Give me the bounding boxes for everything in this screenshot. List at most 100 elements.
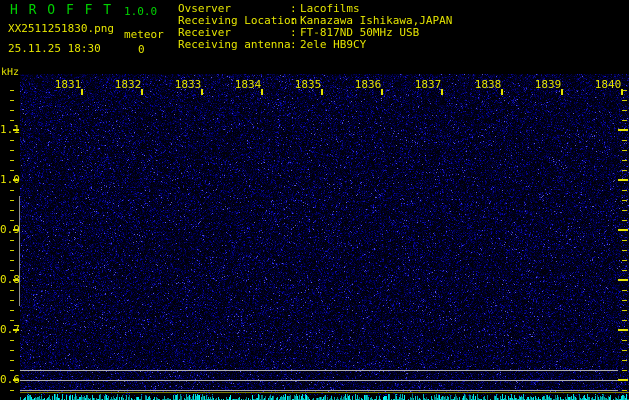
output-filename: XX2511251830.png bbox=[8, 22, 114, 35]
axis-tick bbox=[622, 260, 627, 261]
x-tick-label-1834: 1834 bbox=[234, 78, 262, 91]
axis-tick bbox=[622, 310, 627, 311]
x-tick-label-1835: 1835 bbox=[294, 78, 322, 91]
y-tick-label-0.6: 0.6 bbox=[0, 373, 20, 386]
separator: : bbox=[290, 38, 297, 51]
axis-tick bbox=[201, 89, 203, 95]
axis-tick bbox=[261, 89, 263, 95]
axis-tick bbox=[621, 89, 623, 95]
axis-tick bbox=[622, 100, 627, 101]
axis-tick bbox=[622, 370, 627, 371]
axis-tick bbox=[622, 190, 627, 191]
axis-tick bbox=[321, 89, 323, 95]
app-title: H R O F F T bbox=[10, 3, 113, 18]
reference-line-0.60khz bbox=[20, 380, 618, 381]
axis-tick bbox=[622, 270, 627, 271]
axis-tick bbox=[10, 340, 14, 341]
axis-tick bbox=[622, 250, 627, 251]
x-tick-label-1838: 1838 bbox=[474, 78, 502, 91]
axis-tick bbox=[622, 200, 627, 201]
antenna-value: 2ele HB9CY bbox=[300, 38, 367, 51]
axis-tick bbox=[622, 350, 627, 351]
x-tick-label-1831: 1831 bbox=[54, 78, 82, 91]
y-tick-label-0.9: 0.9 bbox=[0, 223, 20, 236]
axis-tick bbox=[13, 129, 19, 131]
reference-line-0.58khz bbox=[20, 390, 618, 391]
axis-tick bbox=[618, 329, 628, 331]
axis-tick bbox=[622, 300, 627, 301]
y-tick-label-0.8: 0.8 bbox=[0, 273, 20, 286]
axis-tick bbox=[622, 110, 627, 111]
axis-tick bbox=[622, 170, 627, 171]
x-tick-label-1833: 1833 bbox=[174, 78, 202, 91]
signal-level-canvas bbox=[20, 393, 629, 400]
axis-tick bbox=[441, 89, 443, 95]
axis-tick bbox=[13, 179, 19, 181]
axis-tick bbox=[10, 270, 14, 271]
x-tick-label-1832: 1832 bbox=[114, 78, 142, 91]
axis-tick bbox=[381, 89, 383, 95]
axis-tick bbox=[10, 300, 14, 301]
axis-tick bbox=[141, 89, 143, 95]
axis-tick bbox=[618, 129, 628, 131]
y-tick-label-0.7: 0.7 bbox=[0, 323, 20, 336]
axis-tick bbox=[10, 120, 14, 121]
axis-tick bbox=[622, 290, 627, 291]
axis-tick bbox=[13, 229, 19, 231]
echo-count-value: 0 bbox=[138, 43, 145, 56]
axis-tick bbox=[622, 220, 627, 221]
axis-tick bbox=[622, 360, 627, 361]
x-tick-label-1837: 1837 bbox=[414, 78, 442, 91]
axis-tick bbox=[10, 190, 14, 191]
axis-tick bbox=[10, 100, 14, 101]
station-info-block: Ovserver: Lacofilms Receiving Location: Ka… bbox=[178, 3, 452, 51]
axis-tick bbox=[10, 350, 14, 351]
x-tick-label-1839: 1839 bbox=[534, 78, 562, 91]
y-axis-unit-label: kHz bbox=[1, 67, 20, 78]
axis-tick bbox=[10, 90, 14, 91]
frequency-marker-line bbox=[19, 196, 20, 306]
axis-tick bbox=[13, 379, 19, 381]
axis-tick bbox=[501, 89, 503, 95]
hrofft-spectrogram-screen: H R O F F T 1.0.0 XX2511251830.png meteo… bbox=[0, 0, 629, 400]
axis-tick bbox=[10, 220, 14, 221]
observation-datetime: 25.11.25 18:30 bbox=[8, 42, 101, 55]
reference-line-0.62khz bbox=[20, 370, 618, 371]
station-info-row-antenna: Receiving antenna:2ele HB9CY bbox=[178, 39, 452, 51]
axis-tick bbox=[618, 229, 628, 231]
spectrogram-noise-canvas bbox=[20, 74, 629, 392]
axis-tick bbox=[622, 160, 627, 161]
axis-tick bbox=[10, 170, 14, 171]
x-tick-label-1840: 1840 bbox=[594, 78, 622, 91]
axis-tick bbox=[10, 200, 14, 201]
axis-tick bbox=[622, 140, 627, 141]
axis-tick bbox=[10, 390, 14, 391]
axis-tick bbox=[622, 120, 627, 121]
axis-tick bbox=[10, 150, 14, 151]
axis-tick bbox=[622, 150, 627, 151]
axis-tick bbox=[10, 310, 14, 311]
observation-mode-label: meteor bbox=[124, 28, 164, 41]
axis-tick bbox=[81, 89, 83, 95]
axis-tick bbox=[561, 89, 563, 95]
axis-tick bbox=[10, 250, 14, 251]
axis-tick bbox=[10, 140, 14, 141]
axis-tick bbox=[10, 160, 14, 161]
axis-tick bbox=[13, 329, 19, 331]
antenna-label: Receiving antenna bbox=[178, 38, 291, 51]
axis-tick bbox=[10, 110, 14, 111]
app-version: 1.0.0 bbox=[124, 5, 158, 18]
axis-tick bbox=[10, 210, 14, 211]
axis-tick bbox=[10, 240, 14, 241]
axis-tick bbox=[13, 279, 19, 281]
y-tick-label-1.1: 1.1 bbox=[0, 123, 20, 136]
axis-tick bbox=[622, 320, 627, 321]
axis-tick bbox=[622, 390, 627, 391]
axis-tick bbox=[10, 290, 14, 291]
axis-tick bbox=[10, 320, 14, 321]
axis-tick bbox=[622, 210, 627, 211]
y-tick-label-1.0: 1.0 bbox=[0, 173, 20, 186]
axis-tick bbox=[618, 179, 628, 181]
axis-tick bbox=[622, 240, 627, 241]
axis-tick bbox=[618, 279, 628, 281]
